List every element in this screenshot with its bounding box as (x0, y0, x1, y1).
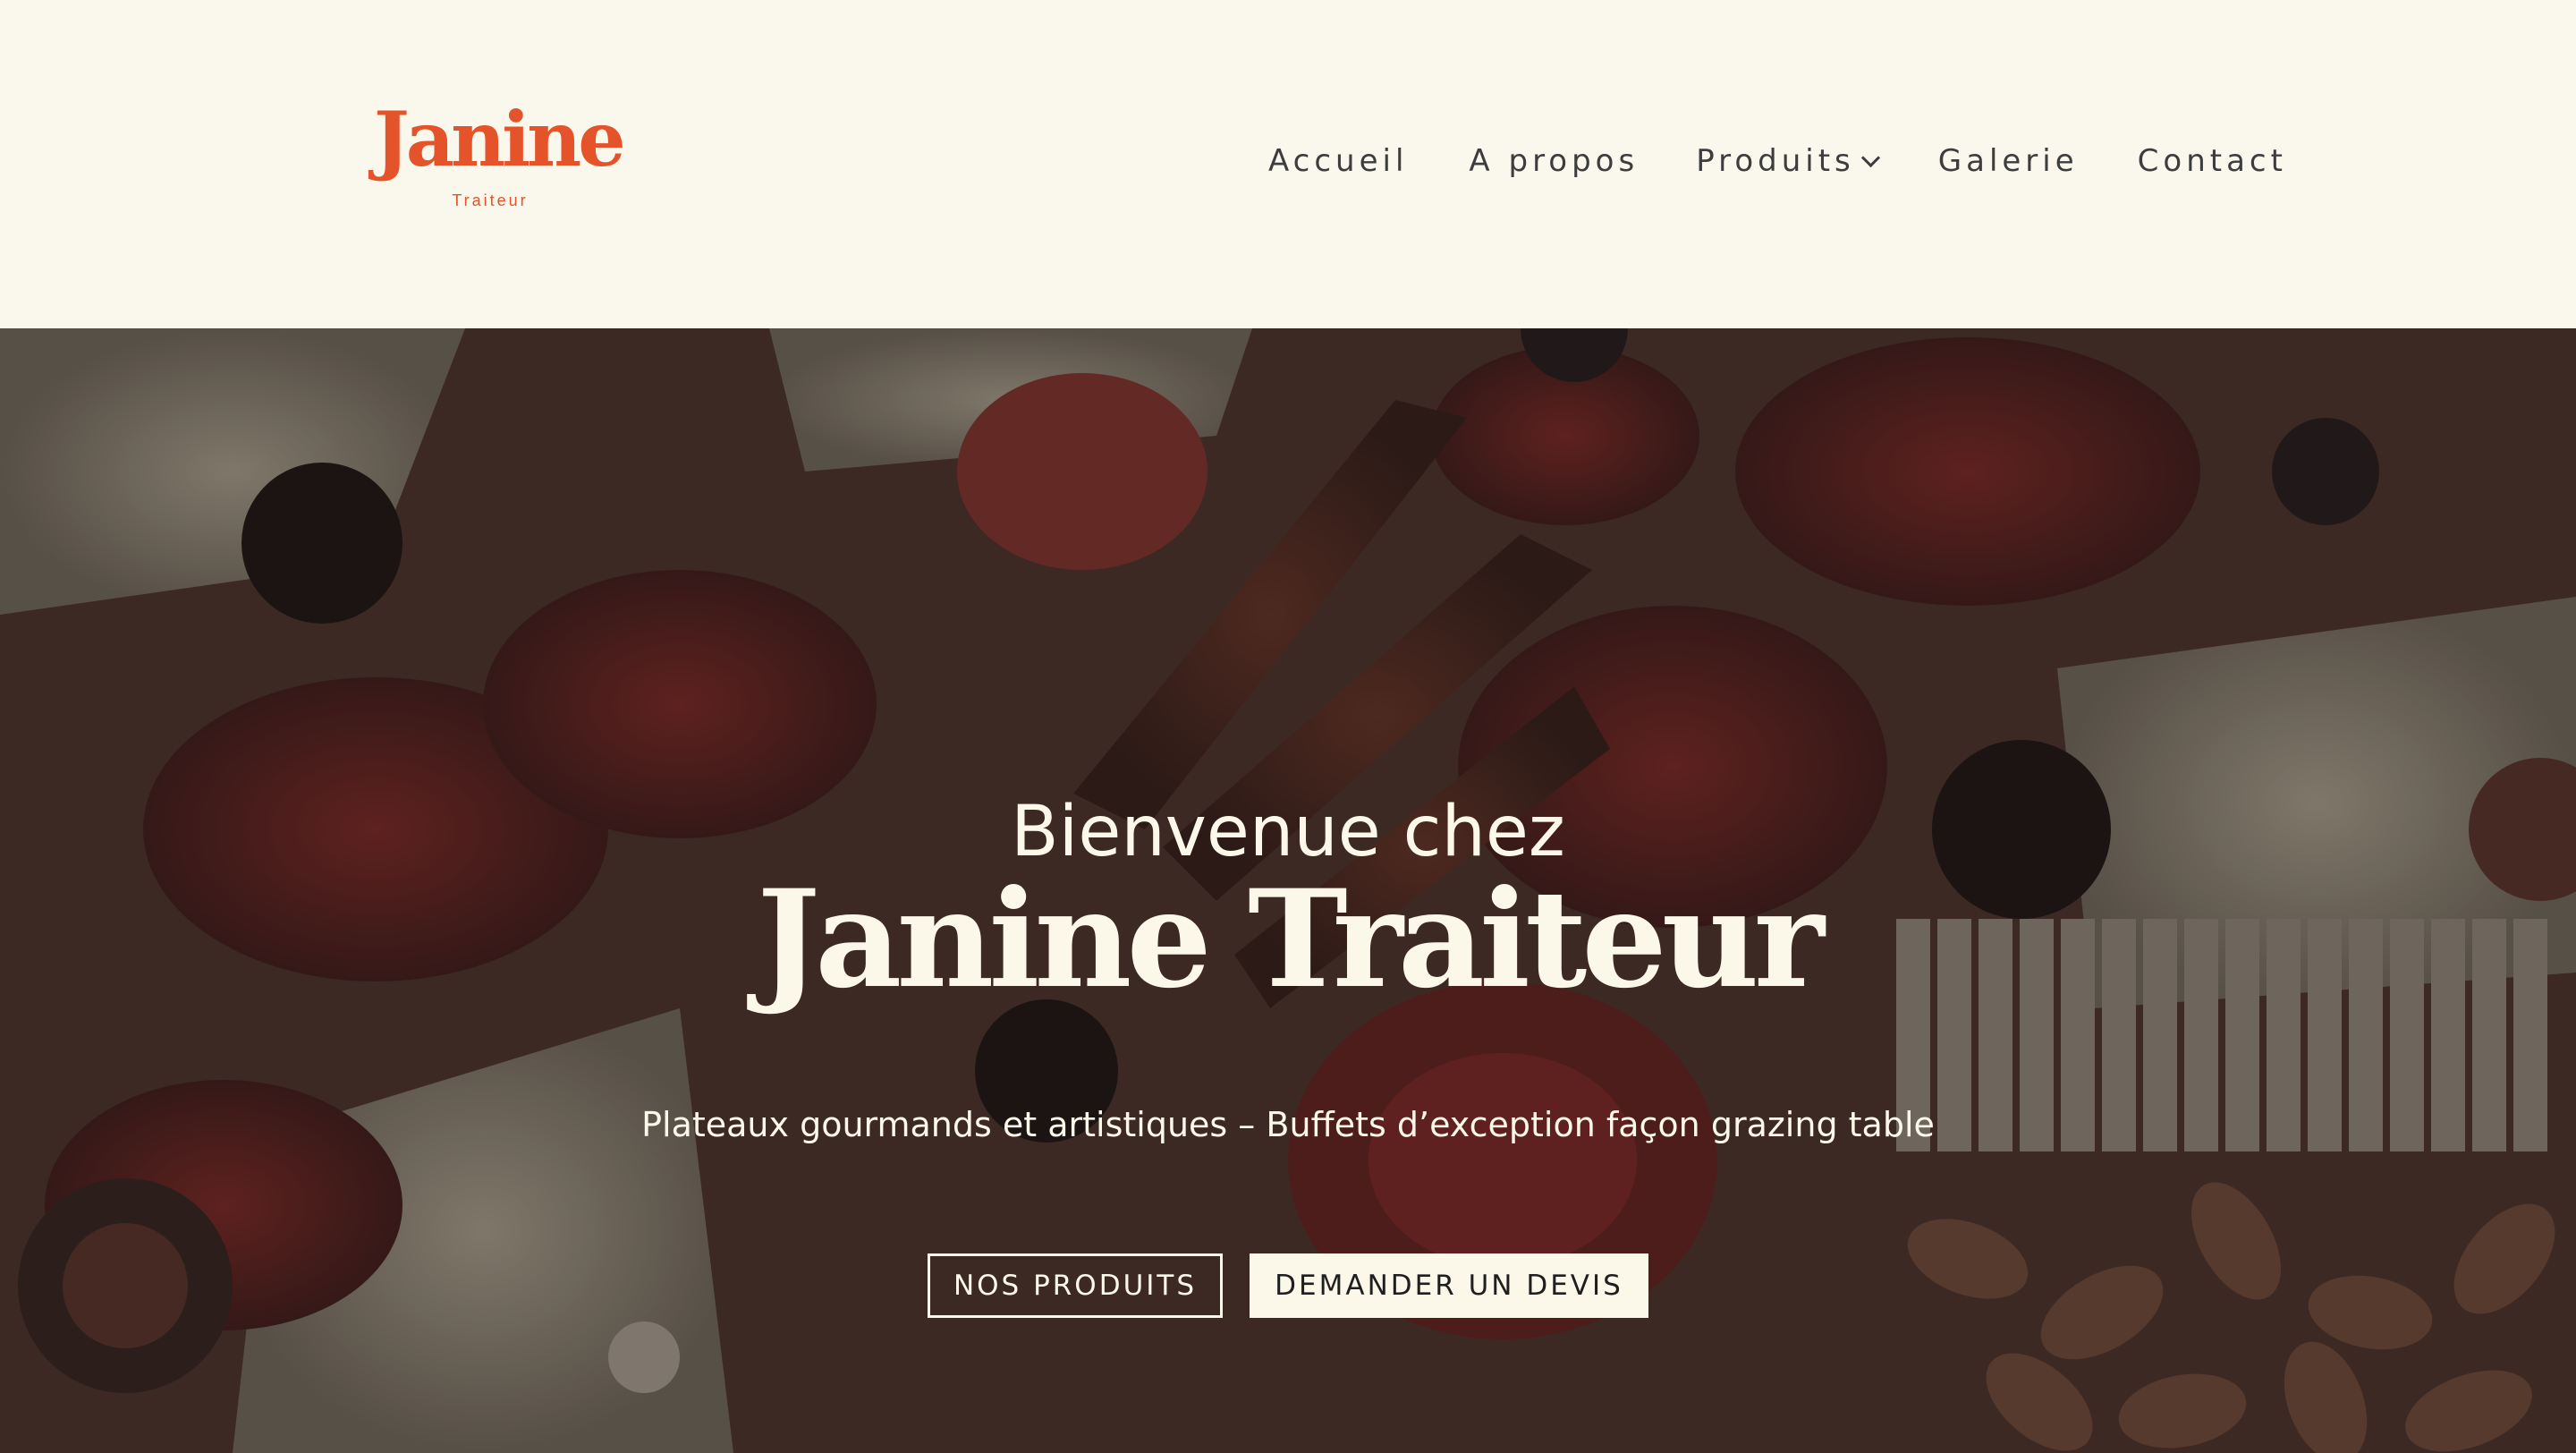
nav-item-a-propos[interactable]: A propos (1469, 143, 1639, 179)
nav-item-label: Contact (2137, 143, 2287, 179)
nos-produits-button[interactable]: NOS PRODUITS (928, 1253, 1223, 1318)
nav-item-label: Galerie (1937, 143, 2079, 179)
nav-item-galerie[interactable]: Galerie (1938, 143, 2079, 179)
main-nav: Accueil A propos Produits Galerie Contac… (1268, 143, 2287, 179)
hero-subtitle: Plateaux gourmands et artistiques – Buff… (641, 1105, 1935, 1144)
nav-item-contact[interactable]: Contact (2138, 143, 2287, 179)
nav-item-label: A propos (1469, 143, 1640, 179)
site-header: Janine Traiteur Accueil A propos Produit… (0, 0, 2576, 328)
demander-devis-button[interactable]: DEMANDER UN DEVIS (1250, 1253, 1648, 1318)
hero-section: Bienvenue chez Janine Traiteur Plateaux … (0, 328, 2576, 1453)
chevron-down-icon (1860, 148, 1880, 167)
logo-name: Janine (374, 95, 626, 183)
site-logo[interactable]: Janine Traiteur (374, 95, 626, 210)
logo-tagline: Traiteur (452, 191, 529, 209)
nav-item-produits[interactable]: Produits (1696, 143, 1880, 179)
nav-item-label: Accueil (1268, 143, 1409, 179)
hero-content: Bienvenue chez Janine Traiteur Plateaux … (0, 328, 2576, 1453)
hero-title: Janine Traiteur (757, 861, 1825, 1018)
nav-item-label: Produits (1696, 143, 1855, 179)
nav-item-accueil[interactable]: Accueil (1268, 143, 1408, 179)
hero-actions: NOS PRODUITS DEMANDER UN DEVIS (928, 1253, 1648, 1318)
